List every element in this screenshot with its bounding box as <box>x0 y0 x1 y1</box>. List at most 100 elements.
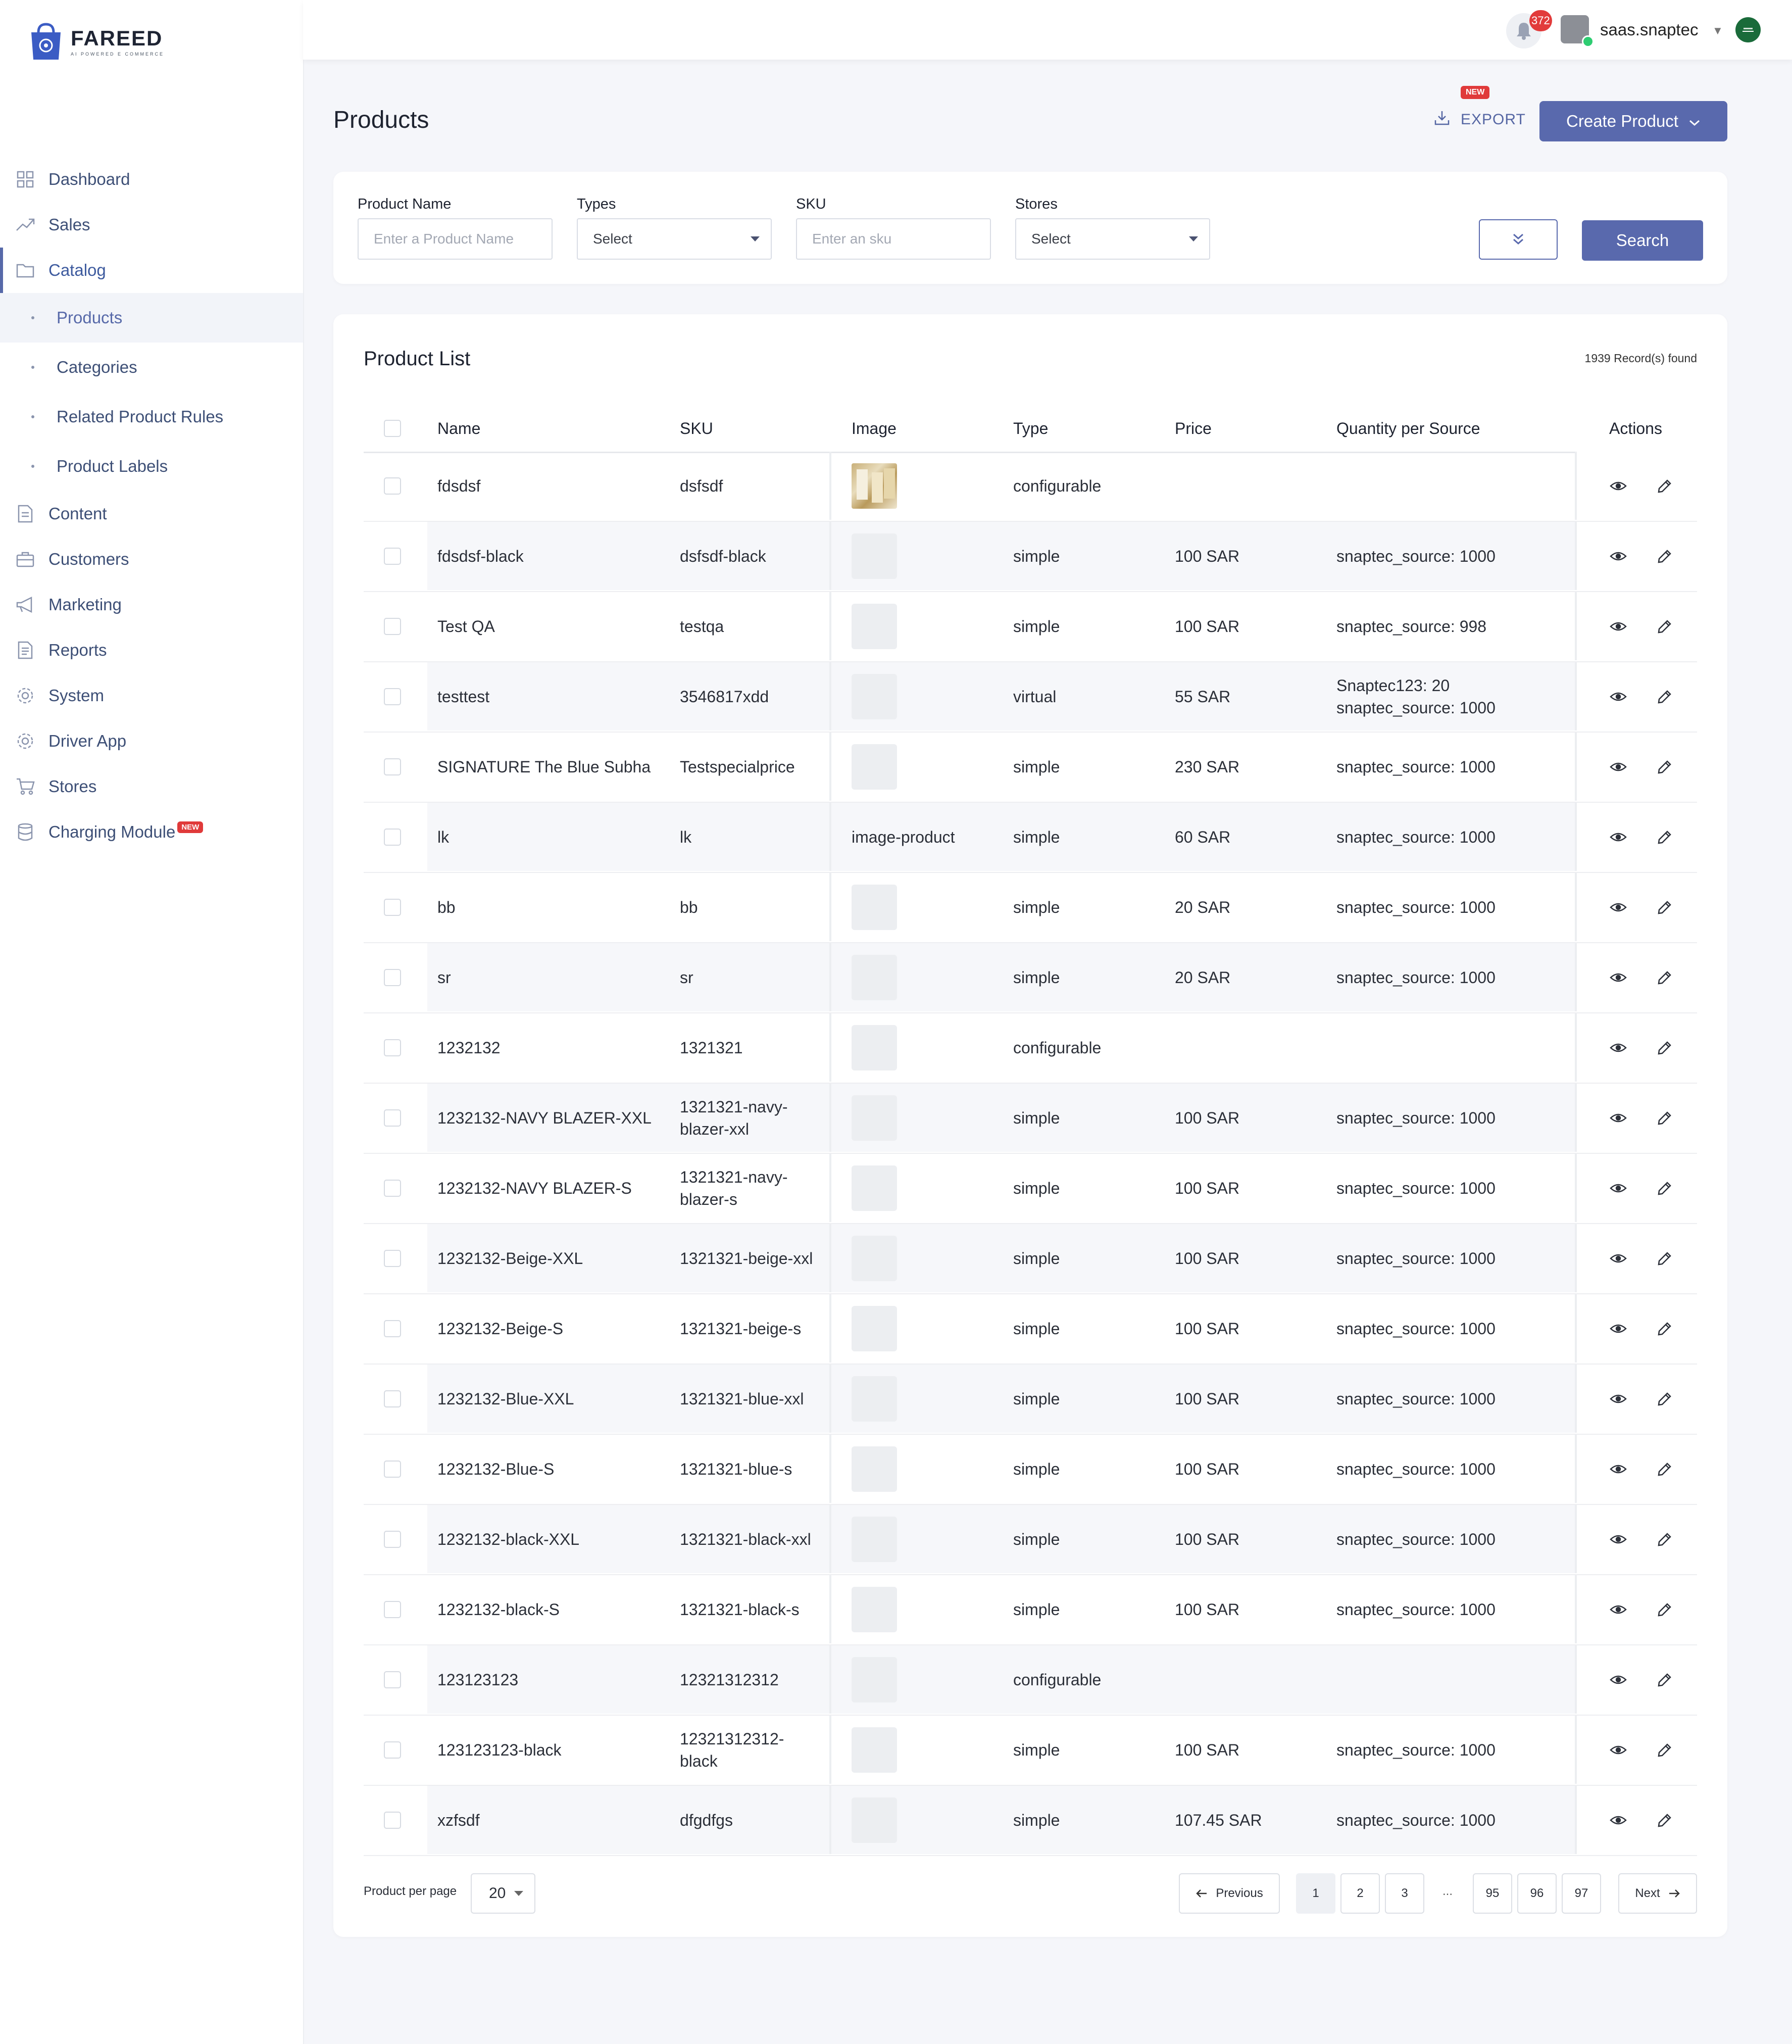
sidebar-item-system[interactable]: System <box>0 673 303 718</box>
sidebar-subitem-related-product-rules[interactable]: Related Product Rules <box>0 392 303 442</box>
search-button[interactable]: Search <box>1582 220 1703 261</box>
sidebar-subitem-product-labels[interactable]: Product Labels <box>0 442 303 491</box>
sidebar-item-sales[interactable]: Sales <box>0 202 303 248</box>
edit-pencil-icon[interactable] <box>1655 1670 1675 1690</box>
view-eye-icon[interactable] <box>1608 1740 1628 1760</box>
row-checkbox[interactable] <box>384 522 401 590</box>
sidebar-item-marketing[interactable]: Marketing <box>0 582 303 627</box>
edit-pencil-icon[interactable] <box>1655 476 1675 496</box>
table-row[interactable]: Test QA testqa simple 100 SAR snaptec_source… <box>364 592 1699 662</box>
view-eye-icon[interactable] <box>1608 757 1628 777</box>
view-eye-icon[interactable] <box>1608 1599 1628 1620</box>
edit-pencil-icon[interactable] <box>1655 1810 1675 1830</box>
view-eye-icon[interactable] <box>1608 827 1628 847</box>
row-checkbox[interactable] <box>384 1224 401 1292</box>
column-header-sku[interactable]: SKU <box>680 405 713 452</box>
view-eye-icon[interactable] <box>1608 1108 1628 1128</box>
table-row[interactable]: fdsdsf dsfsdf configurable <box>364 452 1699 522</box>
expand-filters-button[interactable] <box>1479 219 1558 260</box>
row-checkbox[interactable] <box>384 1786 401 1854</box>
view-eye-icon[interactable] <box>1608 897 1628 917</box>
table-row[interactable]: sr sr simple 20 SAR snaptec_source: 1000 <box>364 943 1699 1013</box>
row-checkbox[interactable] <box>384 1365 401 1433</box>
row-checkbox[interactable] <box>384 1294 401 1362</box>
table-row[interactable]: testtest 3546817xdd virtual 55 SAR Snaptec12… <box>364 662 1699 733</box>
edit-pencil-icon[interactable] <box>1655 546 1675 566</box>
sidebar-item-customers[interactable]: Customers <box>0 537 303 582</box>
edit-pencil-icon[interactable] <box>1655 1038 1675 1058</box>
table-row[interactable]: fdsdsf-black dsfsdf-black simple 100 SAR sna… <box>364 522 1699 592</box>
row-checkbox[interactable] <box>384 1505 401 1573</box>
view-eye-icon[interactable] <box>1608 1810 1628 1830</box>
page-button-96[interactable]: 96 <box>1517 1873 1557 1914</box>
table-row[interactable]: lk lk simple 60 SAR snaptec_source: 1000 imag… <box>364 803 1699 873</box>
view-eye-icon[interactable] <box>1608 1178 1628 1198</box>
row-checkbox[interactable] <box>384 1154 401 1222</box>
view-eye-icon[interactable] <box>1608 616 1628 637</box>
row-checkbox[interactable] <box>384 1575 401 1643</box>
table-row[interactable]: 1232132-black-XXL 1321321-black-xxl simple… <box>364 1505 1699 1575</box>
view-eye-icon[interactable] <box>1608 546 1628 566</box>
view-eye-icon[interactable] <box>1608 1670 1628 1690</box>
product-name-input[interactable]: Enter a Product Name <box>358 218 553 260</box>
edit-pencil-icon[interactable] <box>1655 1529 1675 1549</box>
edit-pencil-icon[interactable] <box>1655 1248 1675 1269</box>
edit-pencil-icon[interactable] <box>1655 1389 1675 1409</box>
table-row[interactable]: SIGNATURE The Blue Subha Testspecialprice… <box>364 733 1699 803</box>
sidebar-subitem-products[interactable]: Products <box>0 293 303 343</box>
page-button-97[interactable]: 97 <box>1562 1873 1601 1914</box>
row-checkbox[interactable] <box>384 1084 401 1152</box>
row-checkbox[interactable] <box>384 873 401 941</box>
select-all-checkbox[interactable] <box>384 405 401 452</box>
edit-pencil-icon[interactable] <box>1655 1459 1675 1479</box>
brand-logo[interactable]: FAREED AI POWERED E COMMERCE <box>28 21 164 62</box>
table-row[interactable]: 1232132-black-S 1321321-black-s simple 100 … <box>364 1575 1699 1645</box>
page-button-95[interactable]: 95 <box>1473 1873 1512 1914</box>
saudi-flag-icon[interactable] <box>1735 17 1761 42</box>
sidebar-item-charging-module[interactable]: Charging Module NEW <box>0 809 303 855</box>
table-row[interactable]: 123123123-black 12321312312- black simple 1… <box>364 1716 1699 1786</box>
stores-select[interactable]: Select <box>1015 218 1210 260</box>
sidebar-item-content[interactable]: Content <box>0 491 303 537</box>
edit-pencil-icon[interactable] <box>1655 616 1675 637</box>
edit-pencil-icon[interactable] <box>1655 1108 1675 1128</box>
table-row[interactable]: 123123123 12321312312 configurable <box>364 1645 1699 1716</box>
sidebar-item-dashboard[interactable]: Dashboard <box>0 157 303 202</box>
previous-page-button[interactable]: Previous <box>1179 1873 1280 1914</box>
edit-pencil-icon[interactable] <box>1655 1599 1675 1620</box>
edit-pencil-icon[interactable] <box>1655 687 1675 707</box>
create-product-button[interactable]: Create Product <box>1539 101 1727 141</box>
row-checkbox[interactable] <box>384 452 401 520</box>
sidebar-item-stores[interactable]: Stores <box>0 764 303 809</box>
edit-pencil-icon[interactable] <box>1655 1319 1675 1339</box>
edit-pencil-icon[interactable] <box>1655 1178 1675 1198</box>
row-checkbox[interactable] <box>384 803 401 871</box>
view-eye-icon[interactable] <box>1608 1319 1628 1339</box>
column-header-name[interactable]: Name <box>437 405 480 452</box>
column-header-type[interactable]: Type <box>1013 405 1048 452</box>
row-checkbox[interactable] <box>384 733 401 801</box>
sidebar-item-catalog[interactable]: Catalog <box>0 248 303 293</box>
page-button-2[interactable]: 2 <box>1340 1873 1380 1914</box>
table-row[interactable]: bb bb simple 20 SAR snaptec_source: 1000 <box>364 873 1699 943</box>
table-row[interactable]: 1232132-Blue-XXL 1321321-blue-xxl simple 10… <box>364 1365 1699 1435</box>
sidebar-item-reports[interactable]: Reports <box>0 627 303 673</box>
page-button-1[interactable]: 1 <box>1296 1873 1335 1914</box>
view-eye-icon[interactable] <box>1608 1529 1628 1549</box>
view-eye-icon[interactable] <box>1608 687 1628 707</box>
row-checkbox[interactable] <box>384 592 401 660</box>
view-eye-icon[interactable] <box>1608 1038 1628 1058</box>
username[interactable]: saas.snaptec <box>1600 20 1698 39</box>
table-row[interactable]: 1232132 1321321 configurable <box>364 1013 1699 1084</box>
edit-pencil-icon[interactable] <box>1655 827 1675 847</box>
page-button-3[interactable]: 3 <box>1385 1873 1424 1914</box>
sku-input[interactable]: Enter an sku <box>796 218 991 260</box>
next-page-button[interactable]: Next <box>1618 1873 1697 1914</box>
column-header-price[interactable]: Price <box>1175 405 1212 452</box>
row-checkbox[interactable] <box>384 943 401 1011</box>
edit-pencil-icon[interactable] <box>1655 967 1675 988</box>
row-checkbox[interactable] <box>384 662 401 731</box>
types-select[interactable]: Select <box>577 218 772 260</box>
view-eye-icon[interactable] <box>1608 967 1628 988</box>
sidebar-item-driver-app[interactable]: Driver App <box>0 718 303 764</box>
